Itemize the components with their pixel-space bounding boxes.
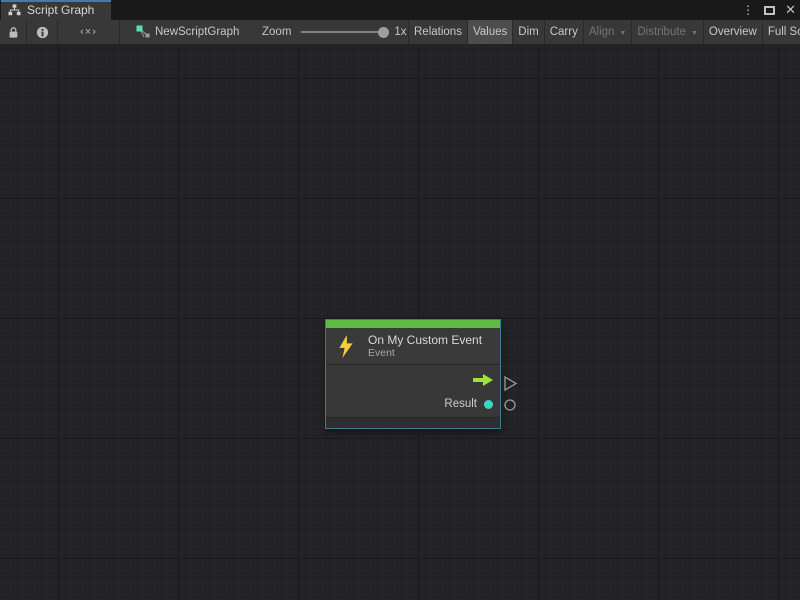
window-close-icon[interactable]: ✕ [785, 0, 796, 20]
zoom-control: Zoom 1x [262, 20, 407, 44]
tab-bar: Script Graph ⋮ ✕ [0, 0, 800, 20]
tab-label: Script Graph [27, 3, 94, 17]
distribute-dropdown[interactable]: Distribute ▼ [631, 20, 703, 44]
node-header[interactable]: On My Custom Event Event [326, 328, 500, 365]
graph-hierarchy-icon [8, 4, 21, 16]
zoom-label: Zoom [262, 26, 291, 38]
align-dropdown[interactable]: Align ▼ [583, 20, 632, 44]
window-controls: ⋮ ✕ [742, 0, 796, 20]
node-footer [326, 417, 500, 428]
window-maximize-icon[interactable] [764, 6, 775, 15]
dim-button[interactable]: Dim [512, 20, 543, 44]
values-button[interactable]: Values [467, 20, 512, 44]
flow-output-row [326, 365, 500, 391]
node-title: On My Custom Event [368, 333, 482, 347]
zoom-slider-handle[interactable] [378, 27, 389, 38]
script-graph-window: Script Graph ⋮ ✕ [0, 0, 800, 600]
graph-name-label: NewScriptGraph [155, 26, 239, 38]
result-output-row: Result [326, 391, 500, 417]
toolbar-left-group: ‹×› [0, 20, 120, 44]
script-graph-asset-icon [136, 25, 150, 39]
lock-button[interactable] [0, 20, 27, 44]
node-on-my-custom-event[interactable]: On My Custom Event Event Result [325, 319, 501, 429]
flow-connection-port[interactable] [505, 377, 516, 390]
carry-button[interactable]: Carry [544, 20, 583, 44]
result-port-label: Result [444, 398, 477, 410]
window-menu-icon[interactable]: ⋮ [742, 0, 754, 20]
flow-output-arrow-icon[interactable] [473, 374, 493, 386]
chevron-down-icon: ▼ [619, 30, 626, 37]
relations-button[interactable]: Relations [408, 20, 467, 44]
value-connection-port[interactable] [505, 400, 515, 410]
graph-reference[interactable]: NewScriptGraph [136, 20, 239, 44]
chevron-down-icon: ▼ [691, 30, 698, 37]
zoom-slider-track[interactable] [301, 31, 389, 33]
full-screen-button[interactable]: Full Screen [762, 20, 800, 44]
tab-script-graph[interactable]: Script Graph [1, 0, 111, 20]
overview-button[interactable]: Overview [703, 20, 762, 44]
info-button[interactable] [27, 20, 58, 44]
code-preview-button[interactable]: ‹×› [58, 20, 120, 44]
result-value-port[interactable] [484, 400, 493, 409]
node-event-accent-bar [326, 320, 500, 328]
node-subtitle: Event [368, 347, 482, 359]
active-tab-indicator [1, 0, 111, 2]
toolbar-toggle-group: Relations Values Dim Carry Align ▼ Distr… [408, 20, 800, 44]
graph-canvas[interactable]: On My Custom Event Event Result [0, 45, 800, 600]
graph-toolbar: ‹×› NewScriptGraph Zoom 1x Relations [0, 20, 800, 45]
code-icon: ‹×› [80, 26, 97, 38]
zoom-value: 1x [394, 26, 406, 38]
lock-icon [8, 26, 19, 39]
info-icon [36, 26, 49, 39]
lightning-bolt-icon [337, 335, 355, 358]
external-port-handles [501, 371, 527, 415]
node-header-text: On My Custom Event Event [368, 333, 482, 359]
zoom-slider[interactable] [301, 20, 389, 44]
